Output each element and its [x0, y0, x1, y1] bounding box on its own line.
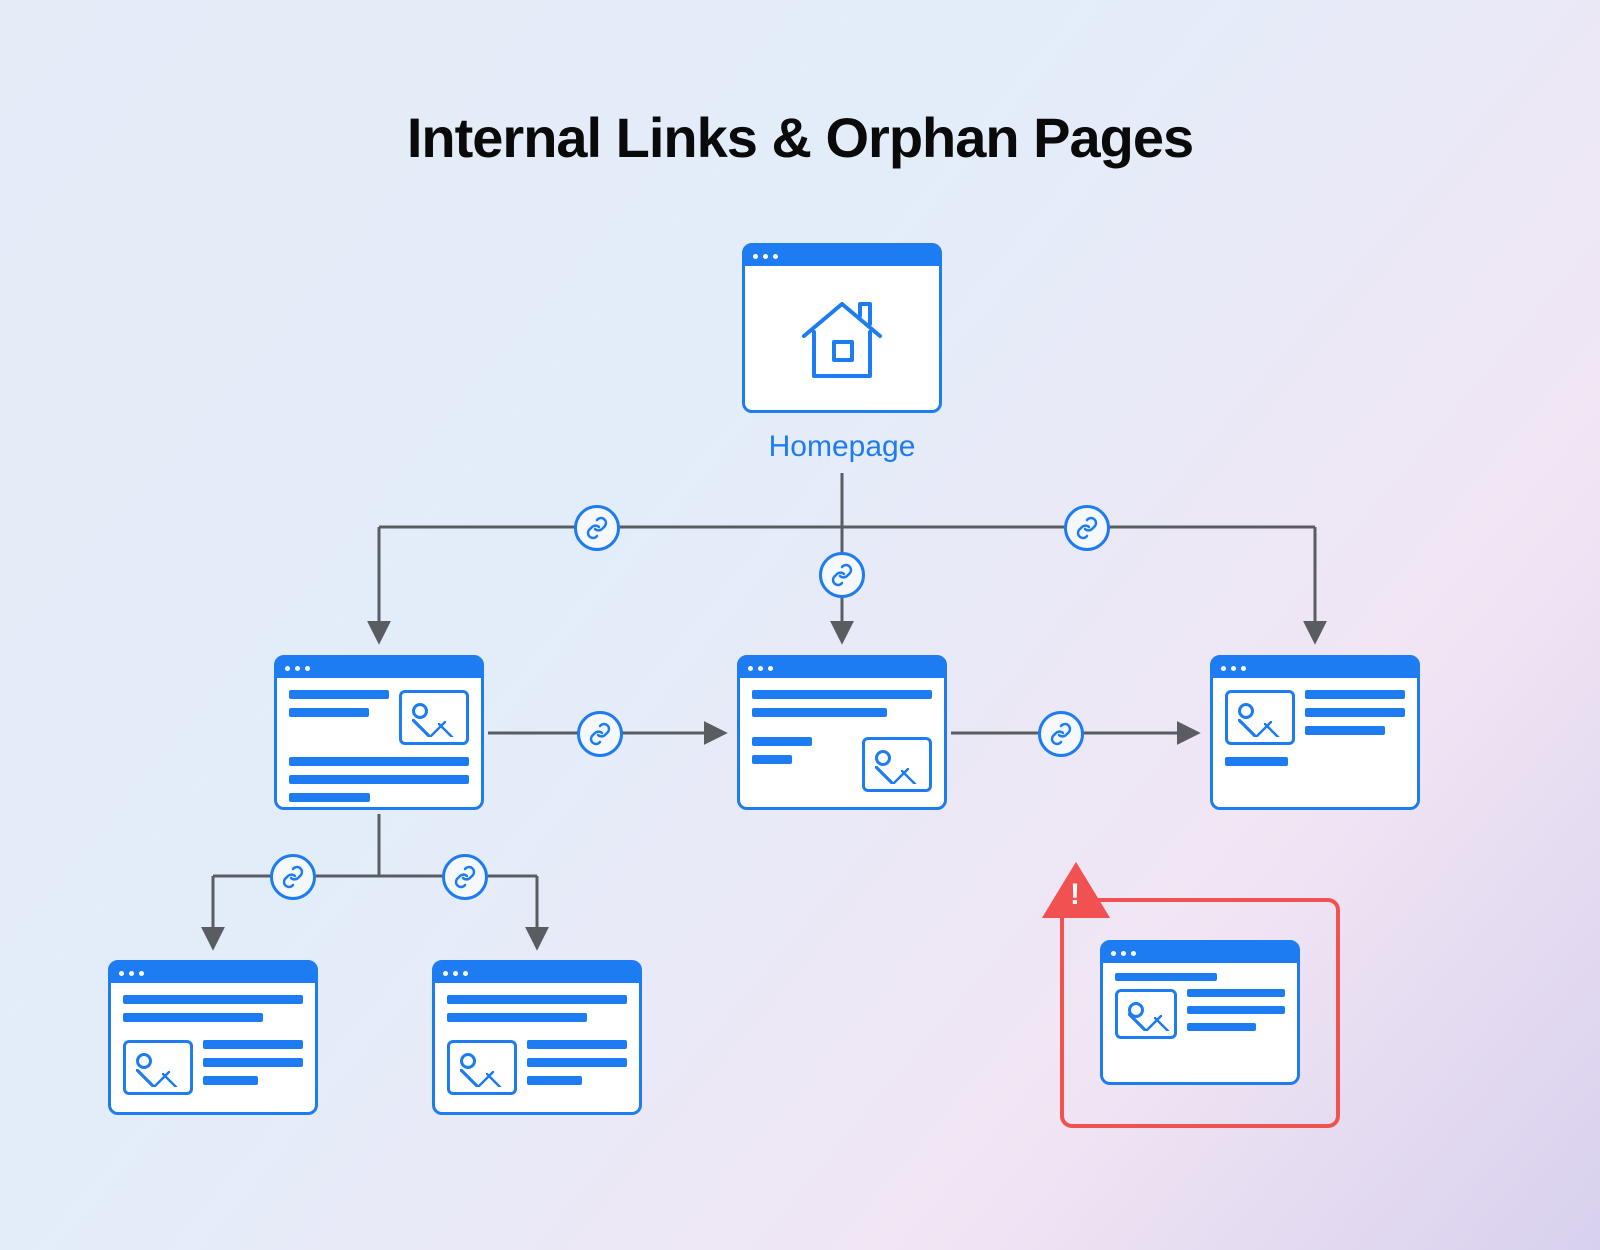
link-icon: [270, 854, 316, 900]
link-icon: [577, 711, 623, 757]
home-icon: [745, 266, 939, 413]
link-icon: [1064, 505, 1110, 551]
node-orphan-page: [1100, 940, 1300, 1085]
image-thumb-icon: [447, 1040, 517, 1095]
node-homepage: [742, 243, 942, 413]
homepage-label: Homepage: [742, 430, 942, 464]
node-page-e: [432, 960, 642, 1115]
warning-triangle-icon: [1042, 862, 1110, 918]
image-thumb-icon: [399, 690, 469, 745]
node-page-c: [1210, 655, 1420, 810]
diagram-title: Internal Links & Orphan Pages: [0, 0, 1600, 170]
image-thumb-icon: [123, 1040, 193, 1095]
node-page-a: [274, 655, 484, 810]
link-icon: [574, 505, 620, 551]
node-page-d: [108, 960, 318, 1115]
link-icon: [1038, 711, 1084, 757]
image-thumb-icon: [862, 737, 932, 792]
image-thumb-icon: [1225, 690, 1295, 745]
link-icon: [819, 552, 865, 598]
node-page-b: [737, 655, 947, 810]
link-icon: [442, 854, 488, 900]
image-thumb-icon: [1115, 989, 1177, 1039]
